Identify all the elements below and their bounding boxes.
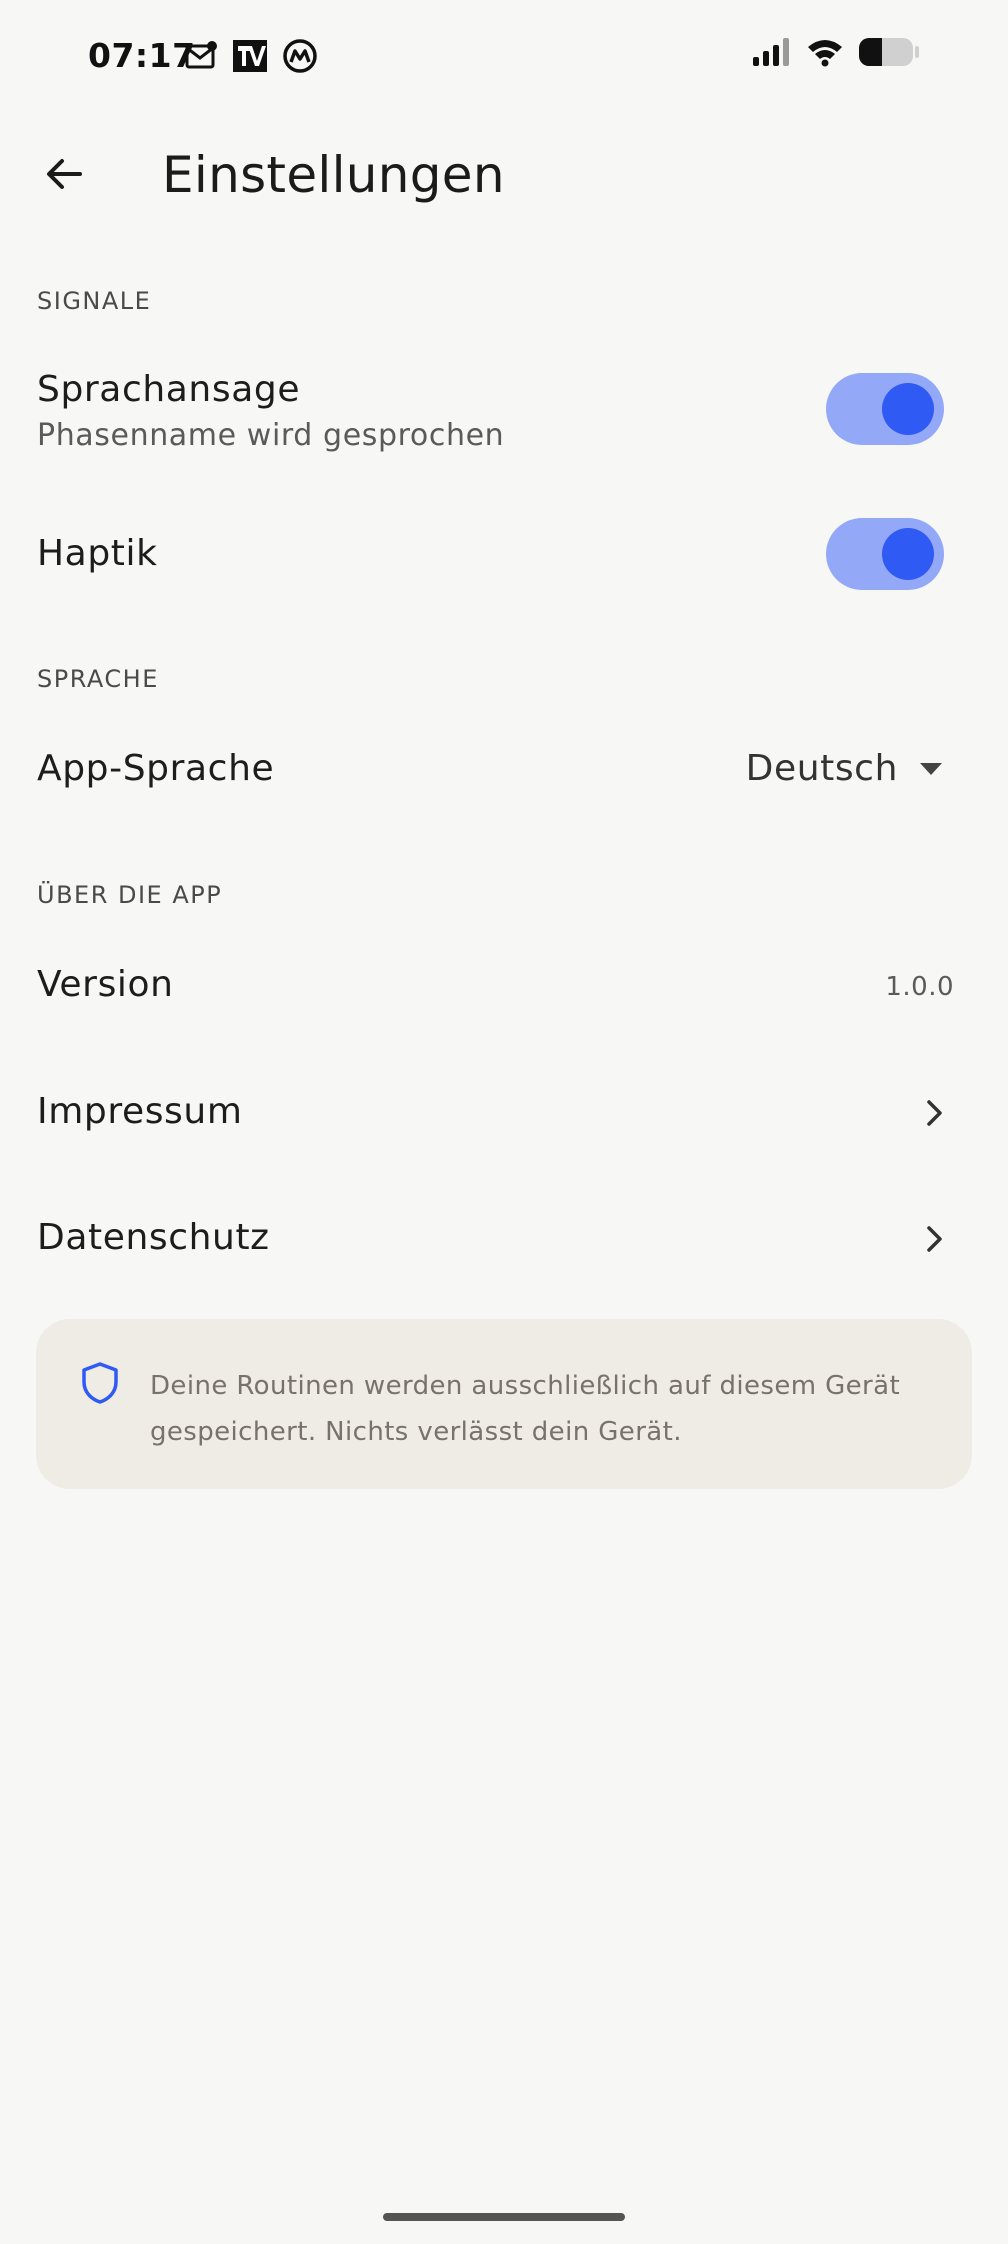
privacy-row[interactable]: Datenschutz (0, 1197, 1008, 1283)
section-header-language: SPRACHE (37, 665, 159, 693)
app-logo-icon (233, 40, 267, 72)
battery-icon (859, 38, 919, 66)
chevron-right-icon (916, 1095, 952, 1131)
section-header-about: ÜBER DIE APP (37, 881, 223, 909)
app-language-selected: Deutsch (745, 748, 898, 789)
home-indicator[interactable] (383, 2213, 625, 2221)
version-value: 1.0.0 (885, 972, 954, 1002)
status-bar: 07:17 (0, 0, 1008, 110)
app-language-title: App-Sprache (37, 748, 275, 789)
voice-announcement-toggle[interactable] (826, 373, 944, 445)
haptics-row[interactable]: Haptik (0, 510, 1008, 600)
voice-announcement-subtitle: Phasenname wird gesprochen (37, 418, 505, 453)
haptics-toggle[interactable] (826, 518, 944, 590)
chevron-right-icon (916, 1221, 952, 1257)
coin-icon (283, 39, 317, 73)
status-notification-icons (184, 38, 318, 74)
back-button[interactable] (28, 138, 100, 210)
privacy-info-card: Deine Routinen werden ausschließlich auf… (36, 1319, 972, 1489)
settings-screen: 07:17 Einstellungen SIGNALE Sprachansage… (0, 0, 1008, 2244)
toggle-knob (882, 528, 934, 580)
imprint-title: Impressum (37, 1091, 243, 1132)
shield-icon (82, 1362, 118, 1404)
status-system-icons (752, 36, 920, 68)
voice-announcement-row[interactable]: Sprachansage Phasenname wird gesprochen (0, 355, 1008, 465)
version-row: Version 1.0.0 (0, 946, 1008, 1030)
section-header-signals: SIGNALE (37, 287, 152, 315)
signal-icon (753, 38, 789, 66)
wifi-icon (808, 40, 842, 67)
app-bar: Einstellungen (0, 130, 1008, 222)
caret-down-icon (920, 762, 942, 775)
voice-announcement-title: Sprachansage (37, 369, 301, 410)
toggle-knob (882, 383, 934, 435)
page-title: Einstellungen (162, 146, 505, 204)
status-time: 07:17 (88, 36, 196, 75)
version-title: Version (37, 964, 174, 1005)
mail-icon (185, 41, 217, 69)
imprint-row[interactable]: Impressum (0, 1071, 1008, 1157)
app-language-dropdown[interactable]: Deutsch (746, 748, 944, 789)
privacy-info-text: Deine Routinen werden ausschließlich auf… (150, 1371, 901, 1447)
app-language-row[interactable]: App-Sprache Deutsch (0, 730, 1008, 814)
arrow-left-icon (47, 159, 82, 189)
haptics-title: Haptik (37, 533, 158, 574)
privacy-title: Datenschutz (37, 1217, 270, 1258)
